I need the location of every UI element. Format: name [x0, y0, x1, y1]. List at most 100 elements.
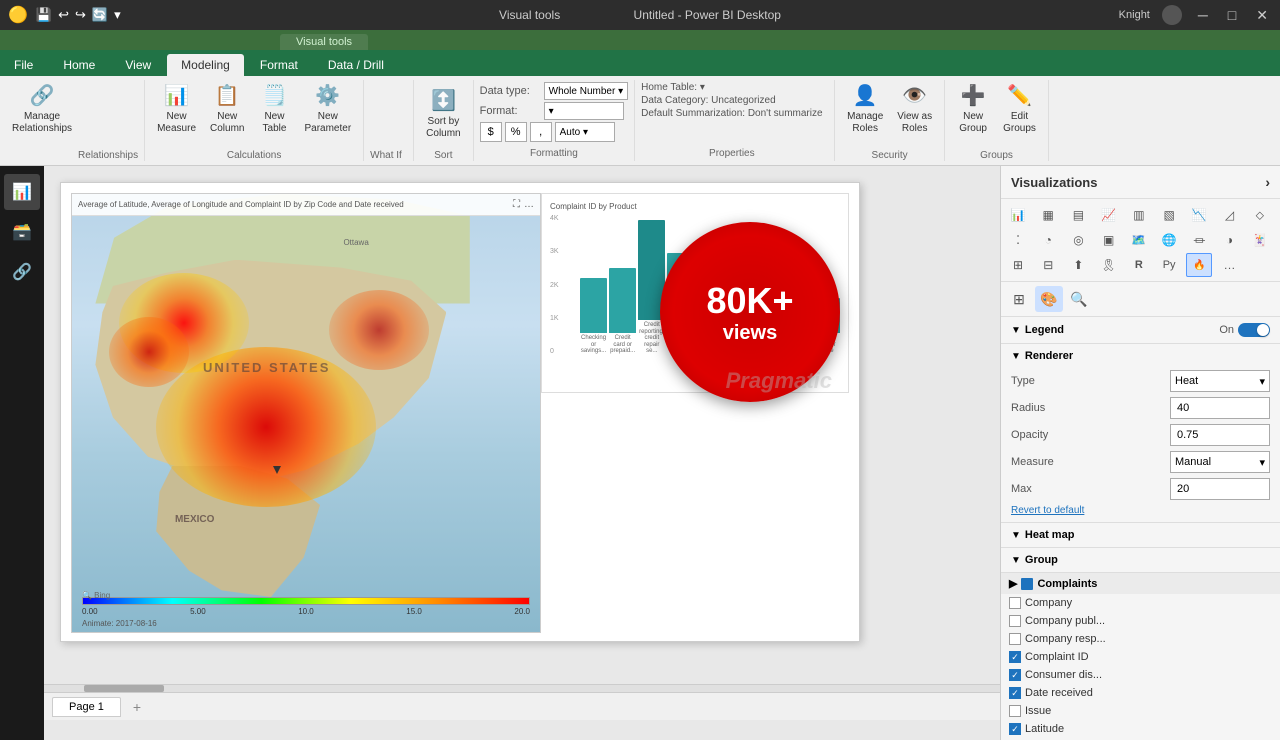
field-item-4[interactable]: ✓Consumer dis...: [1001, 666, 1280, 684]
chart-ribbon-icon[interactable]: 🎗: [1096, 253, 1122, 277]
tab-format[interactable]: Format: [246, 54, 312, 76]
field-checkbox-3[interactable]: ✓: [1009, 651, 1021, 663]
map-visual[interactable]: UNITED STATES MEXICO Ottawa Average of L…: [71, 193, 541, 633]
field-checkbox-4[interactable]: ✓: [1009, 669, 1021, 681]
format-dropdown[interactable]: ▾: [544, 102, 624, 120]
format-tab-button[interactable]: 🎨: [1035, 286, 1063, 312]
tab-home[interactable]: Home: [49, 54, 109, 76]
chart-100-col-icon[interactable]: ▧: [1156, 203, 1182, 227]
field-item-1[interactable]: Company publ...: [1001, 612, 1280, 630]
page-tab-1[interactable]: Page 1: [52, 697, 121, 717]
data-type-dropdown[interactable]: Whole Number ▾: [544, 82, 629, 100]
chart-stacked-col-icon[interactable]: ▥: [1126, 203, 1152, 227]
manage-relationships-button[interactable]: 🔗 ManageRelationships: [6, 80, 78, 161]
chart-donut-icon[interactable]: ◎: [1065, 228, 1091, 252]
analytics-tab-button[interactable]: 🔍: [1065, 286, 1093, 312]
horizontal-scrollbar[interactable]: [44, 684, 1000, 692]
field-item-5[interactable]: ✓Date received: [1001, 684, 1280, 702]
chart-stacked-bar-icon[interactable]: ▦: [1035, 203, 1061, 227]
chart-area-icon[interactable]: ◿: [1217, 203, 1243, 227]
renderer-collapse-button[interactable]: ▼ Renderer: [1011, 350, 1270, 362]
max-input[interactable]: [1170, 478, 1270, 500]
save-icon[interactable]: 💾: [36, 7, 52, 23]
viz-collapse-icon[interactable]: ›: [1265, 174, 1270, 190]
new-group-button[interactable]: ➕ NewGroup: [951, 80, 995, 148]
map-more-button[interactable]: …: [524, 199, 534, 210]
field-checkbox-0[interactable]: [1009, 597, 1021, 609]
legend-toggle[interactable]: [1238, 323, 1270, 337]
fields-tab-button[interactable]: ⊞: [1005, 286, 1033, 312]
measure-select[interactable]: Manual ▾: [1170, 451, 1270, 473]
comma-button[interactable]: ,: [530, 122, 552, 142]
maximize-button[interactable]: □: [1224, 7, 1240, 23]
chart-python-icon[interactable]: Py: [1156, 253, 1182, 277]
chart-treemap-icon[interactable]: ▣: [1096, 228, 1122, 252]
tab-data-drill[interactable]: Data / Drill: [314, 54, 398, 76]
view-as-roles-button[interactable]: 👁️ View asRoles: [891, 80, 938, 148]
chart-pie-icon[interactable]: ◔: [1035, 228, 1061, 252]
dropdown-icon[interactable]: ▾: [114, 7, 121, 23]
tab-modeling[interactable]: Modeling: [167, 54, 244, 76]
chart-line-col-icon[interactable]: ⬦: [1247, 203, 1273, 227]
refresh-icon[interactable]: 🔄: [92, 7, 108, 23]
chart-heatmap-icon[interactable]: 🔥: [1186, 253, 1212, 277]
new-measure-button[interactable]: 📊 NewMeasure: [151, 80, 202, 148]
minimize-button[interactable]: ─: [1194, 7, 1212, 23]
map-expand-button[interactable]: ⛶: [513, 199, 520, 210]
auto-dropdown[interactable]: Auto ▾: [555, 122, 615, 142]
chart-map-icon[interactable]: 🗺️: [1126, 228, 1152, 252]
field-item-3[interactable]: ✓Complaint ID: [1001, 648, 1280, 666]
new-column-button[interactable]: 📋 NewColumn: [204, 80, 250, 148]
currency-button[interactable]: $: [480, 122, 502, 142]
field-checkbox-5[interactable]: ✓: [1009, 687, 1021, 699]
chart-r-icon[interactable]: R: [1126, 253, 1152, 277]
chart-table-icon[interactable]: ⊞: [1005, 253, 1031, 277]
close-button[interactable]: ✕: [1252, 7, 1272, 24]
edit-groups-button[interactable]: ✏️ EditGroups: [997, 80, 1042, 148]
opacity-input[interactable]: [1170, 424, 1270, 446]
field-item-2[interactable]: Company resp...: [1001, 630, 1280, 648]
field-item-6[interactable]: Issue: [1001, 702, 1280, 720]
field-checkbox-2[interactable]: [1009, 633, 1021, 645]
field-item-7[interactable]: ✓Latitude: [1001, 720, 1280, 738]
tab-view[interactable]: View: [111, 54, 165, 76]
new-table-button[interactable]: 🗒️ NewTable: [252, 80, 296, 148]
group-collapse-button[interactable]: ▼ Group: [1011, 554, 1270, 566]
field-checkbox-6[interactable]: [1009, 705, 1021, 717]
sidebar-data-icon[interactable]: 🗃️: [4, 214, 40, 250]
chart-column-icon[interactable]: 📈: [1096, 203, 1122, 227]
add-page-button[interactable]: +: [125, 696, 149, 718]
percent-button[interactable]: %: [505, 122, 527, 142]
legend-collapse-button[interactable]: ▼ Legend: [1011, 324, 1064, 336]
home-table-dropdown[interactable]: ▾: [700, 82, 705, 93]
chart-matrix-icon[interactable]: ⊟: [1035, 253, 1061, 277]
scrollbar-thumb[interactable]: [84, 685, 164, 692]
sort-by-column-button[interactable]: ↕️ Sort byColumn: [420, 85, 466, 143]
chart-bar-icon[interactable]: 📊: [1005, 203, 1031, 227]
chart-more-icon[interactable]: …: [1217, 253, 1243, 277]
sidebar-report-icon[interactable]: 📊: [4, 174, 40, 210]
radius-input[interactable]: [1170, 397, 1270, 419]
chart-gauge-icon[interactable]: ◑: [1217, 228, 1243, 252]
manage-roles-button[interactable]: 👤 ManageRoles: [841, 80, 889, 148]
chart-waterfall-icon[interactable]: ⬆: [1065, 253, 1091, 277]
complaints-section-header[interactable]: ▶ Complaints: [1001, 573, 1280, 594]
field-checkbox-7[interactable]: ✓: [1009, 723, 1021, 735]
sidebar-model-icon[interactable]: 🔗: [4, 254, 40, 290]
chart-line-icon[interactable]: 📉: [1186, 203, 1212, 227]
field-checkbox-1[interactable]: [1009, 615, 1021, 627]
new-parameter-button[interactable]: ⚙️ NewParameter: [298, 80, 357, 148]
chart-filled-map-icon[interactable]: 🌐: [1156, 228, 1182, 252]
chart-card-icon[interactable]: 🃏: [1247, 228, 1273, 252]
redo-icon[interactable]: ↪: [75, 7, 86, 23]
chart-scatter-icon[interactable]: ⁚: [1005, 228, 1031, 252]
chart-100-bar-icon[interactable]: ▤: [1065, 203, 1091, 227]
undo-icon[interactable]: ↩: [58, 7, 69, 23]
chart-funnel-icon[interactable]: ⏛: [1186, 228, 1212, 252]
field-item-0[interactable]: Company: [1001, 594, 1280, 612]
revert-link[interactable]: Revert to default: [1011, 505, 1270, 516]
type-select[interactable]: Heat ▾: [1170, 370, 1270, 392]
heat-map-collapse-button[interactable]: ▼ Heat map: [1011, 529, 1270, 541]
visual-tools-tab[interactable]: Visual tools: [280, 34, 368, 50]
tab-file[interactable]: File: [0, 54, 47, 76]
